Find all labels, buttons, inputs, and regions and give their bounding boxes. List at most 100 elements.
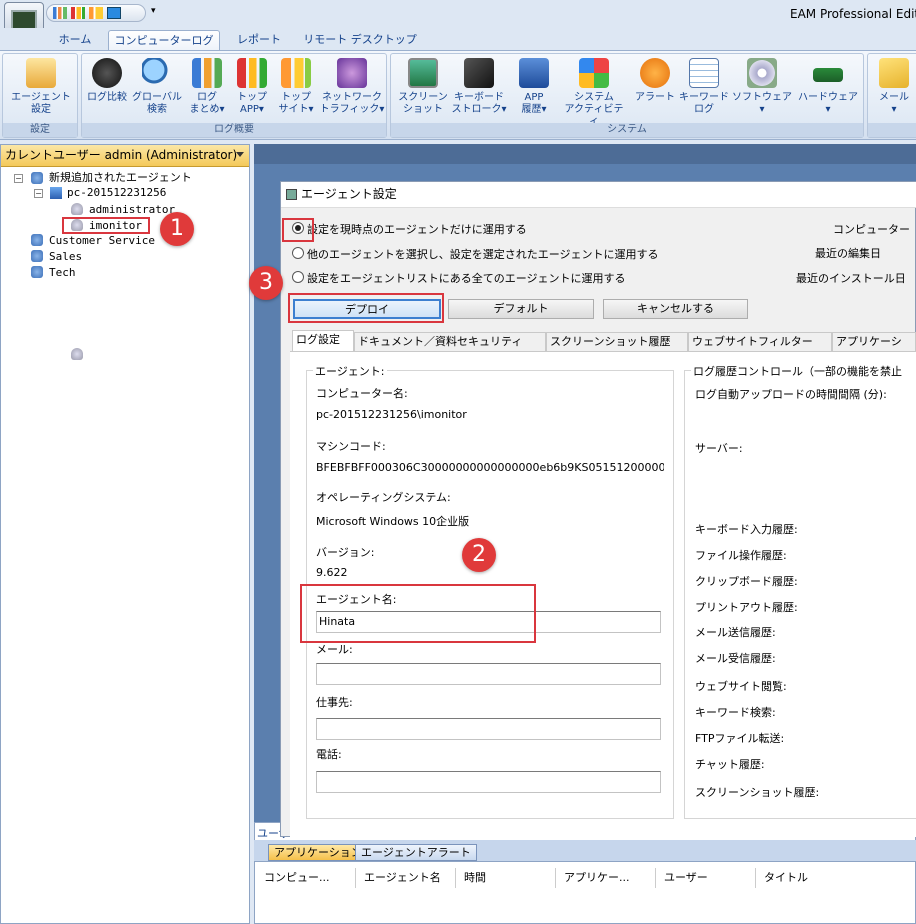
screen-icon[interactable]	[107, 7, 121, 19]
agent-group-icon	[31, 250, 43, 262]
app-history-button[interactable]: APP 履歴▾	[507, 58, 561, 116]
phone-label: 電話:	[316, 748, 342, 761]
computer-icon	[50, 187, 62, 199]
mail-input[interactable]	[316, 663, 661, 685]
agent-tree-panel: カレントユーザー admin (Administrator) − 新規追加された…	[0, 144, 250, 924]
tab-website-filter[interactable]: ウェブサイトフィルター	[688, 332, 832, 351]
tab-document-security[interactable]: ドキュメント／資料セキュリティ	[354, 332, 546, 351]
radio-selected-agents[interactable]	[292, 247, 304, 259]
radio-all-agents[interactable]	[292, 271, 304, 283]
log-control-legend: ログ履歴コントロール（一部の機能を禁止	[691, 363, 916, 379]
memory-chip-icon	[813, 68, 843, 82]
current-user-header[interactable]: カレントユーザー admin (Administrator)	[1, 145, 249, 167]
group-label: システム	[391, 123, 863, 137]
top-chart-icon[interactable]	[89, 7, 103, 19]
magnifier-icon	[142, 58, 172, 88]
column-header[interactable]: アプリケー...	[556, 868, 656, 888]
workplace-input[interactable]	[316, 718, 661, 740]
global-search-button[interactable]: グローバル 検索	[130, 58, 184, 116]
window-icon	[519, 58, 549, 88]
step-badge-2: 2	[462, 538, 496, 572]
tab-agent-alerts[interactable]: エージェントアラート	[355, 844, 477, 861]
keyword-log-button[interactable]: キーワード ログ	[679, 58, 729, 116]
tree-group-customer-service[interactable]: Customer Service	[49, 234, 155, 248]
top-app-button[interactable]: トップ APP▾	[230, 58, 274, 116]
phone-input[interactable]	[316, 771, 661, 793]
tab-computer-log[interactable]: コンピューターログ	[108, 30, 220, 50]
cancel-button[interactable]: キャンセルする	[603, 299, 748, 319]
chevron-down-icon[interactable]	[236, 152, 244, 157]
software-button[interactable]: ソフトウェア ▾	[729, 58, 795, 116]
machine-code-value: BFEBFBFF000306C30000000000000000eb6b9KS0…	[316, 461, 664, 474]
app-title: EAM Professional Edit	[790, 7, 916, 21]
tab-applications[interactable]: アプリケーション	[268, 844, 368, 861]
tree-item-pc[interactable]: pc-201512231256	[67, 186, 166, 200]
keystroke-button[interactable]: キーボード ストローク▾	[451, 58, 507, 116]
agent-group-icon	[31, 266, 43, 278]
system-activity-button[interactable]: システム アクティビティ	[561, 58, 627, 128]
column-header[interactable]: 時間	[456, 868, 556, 888]
hardware-button[interactable]: ハードウェア ▾	[795, 58, 861, 116]
group-mail: メール ▾	[867, 53, 916, 138]
highlight-box-imonitor	[62, 217, 150, 234]
log-item-file: ファイル操作履歴:	[695, 549, 787, 562]
agent-fieldset-legend: エージェント:	[313, 363, 387, 379]
agent-group-icon	[31, 234, 43, 246]
tab-log-settings[interactable]: ログ設定	[292, 330, 354, 351]
log-item-ftp: FTPファイル転送:	[695, 732, 785, 745]
upload-interval-label: ログ自動アップロードの時間間隔 (分):	[695, 388, 887, 401]
log-item-screenshot: スクリーンショット履歴:	[695, 786, 820, 799]
network-traffic-button[interactable]: ネットワーク トラフィック▾	[318, 58, 386, 116]
tab-home[interactable]: ホーム	[48, 30, 102, 50]
tree-group-tech[interactable]: Tech	[49, 266, 76, 280]
os-value: Microsoft Windows 10企业版	[316, 515, 470, 528]
bar-chart-icon[interactable]	[53, 7, 67, 19]
main-header-bar	[254, 144, 916, 164]
collapse-toggle[interactable]: −	[14, 174, 23, 183]
tab-screenshot-history[interactable]: スクリーンショット履歴	[546, 332, 688, 351]
log-control-fieldset	[684, 370, 916, 819]
highlight-box-radio	[282, 218, 314, 242]
column-header[interactable]: エージェント名	[356, 868, 456, 888]
group-system: スクリーン ショット キーボード ストローク▾ APP 履歴▾ システム アクティビティ…	[390, 53, 864, 138]
qat-customize-icon[interactable]: ▾	[151, 6, 156, 16]
version-label: バージョン:	[316, 546, 375, 559]
user-icon	[71, 203, 83, 215]
top-site-button[interactable]: トップ サイト▾	[274, 58, 318, 116]
log-item-keyboard: キーボード入力履歴:	[695, 523, 798, 536]
chart-icon[interactable]	[71, 7, 85, 19]
computer-name-label: コンピューター名:	[316, 387, 408, 400]
dialog-window-icon	[286, 189, 297, 200]
tab-report[interactable]: レポート	[226, 30, 292, 50]
log-item-mail-sent: メール送信履歴:	[695, 626, 776, 639]
group-log-summary: ログ比較 グローバル 検索 ログ まとめ▾ トップ APP▾ トップ サイト▾ ネットワ…	[81, 53, 387, 138]
radio-current-agent-label: 設定を現時点のエージェントだけに運用する	[307, 223, 527, 236]
radio-all-agents-label: 設定をエージェントリストにある全てのエージェントに運用する	[307, 272, 626, 285]
screenshot-button[interactable]: スクリーン ショット	[395, 58, 451, 116]
log-summary-button[interactable]: ログ まとめ▾	[184, 58, 230, 116]
mail-button[interactable]: メール ▾	[872, 58, 916, 116]
column-header[interactable]: ユーザー	[656, 868, 756, 888]
default-button[interactable]: デフォルト	[448, 299, 594, 319]
tree-item-administrator[interactable]: administrator	[89, 203, 175, 217]
dialog-title: エージェント設定	[281, 182, 916, 208]
step-badge-3: 3	[249, 266, 283, 300]
software-cd-icon	[747, 58, 777, 88]
agent-settings-button[interactable]: エージェント 設定	[7, 58, 75, 116]
tree-root-new-agents[interactable]: 新規追加されたエージェント	[49, 171, 192, 185]
alert-button[interactable]: アラート	[627, 58, 683, 104]
log-compare-button[interactable]: ログ比較	[84, 58, 130, 104]
column-header[interactable]: タイトル	[756, 868, 916, 888]
os-label: オペレーティングシステム:	[316, 491, 451, 504]
tab-application[interactable]: アプリケーシ	[832, 332, 916, 351]
tree-group-sales[interactable]: Sales	[49, 250, 82, 264]
top-site-chart-icon	[281, 58, 311, 88]
computer-info-label: コンピューター	[833, 223, 910, 236]
keyword-grid-icon	[689, 58, 719, 88]
agent-group-icon	[31, 172, 43, 184]
log-item-clipboard: クリップボード履歴:	[695, 575, 798, 588]
agent-settings-icon	[26, 58, 56, 88]
collapse-toggle[interactable]: −	[34, 189, 43, 198]
column-header[interactable]: コンピュー...	[256, 868, 356, 888]
tab-remote-desktop[interactable]: リモート デスクトップ	[298, 30, 422, 50]
